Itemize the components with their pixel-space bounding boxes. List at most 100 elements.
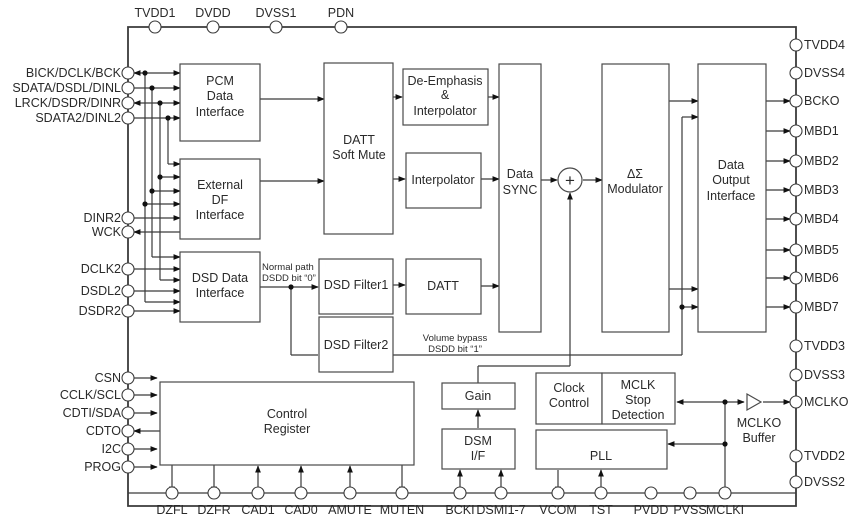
pin-label-dsdl2: DSDL2	[81, 284, 121, 298]
pin-label-pvdd: PVDD	[634, 503, 669, 517]
data-sync-label-1: Data	[507, 167, 533, 181]
extdf-label-1: External	[197, 178, 243, 192]
delta-sigma-modulator-block	[601, 63, 670, 333]
block-diagram: PCM Data Interface External DF Interface…	[12, 6, 848, 517]
pin-cdti-sda-icon	[121, 406, 135, 420]
pin-mbd4-icon	[789, 212, 803, 226]
mclko-buffer-label-2: Buffer	[742, 431, 775, 445]
mclk-stop-label-1: MCLK	[621, 378, 656, 392]
control-reg-label-2: Register	[264, 422, 311, 436]
pin-dvdd-icon	[206, 20, 220, 34]
pin-pvss-icon	[683, 486, 697, 500]
pin-label-sdata-dsdl-dinl: SDATA/DSDL/DINL	[12, 81, 121, 95]
pin-label-tvdd1: TVDD1	[135, 6, 176, 20]
pin-label-lrck-dsdr-dinr: LRCK/DSDR/DINR	[15, 96, 121, 110]
pin-cdto-icon	[121, 424, 135, 438]
pin-dzfl-icon	[165, 486, 179, 500]
pin-mclko-icon	[789, 395, 803, 409]
pin-prog-icon	[121, 460, 135, 474]
mclk-stop-label-3: Detection	[612, 408, 665, 422]
pin-sdata2-dinl2-icon	[121, 111, 135, 125]
pin-label-mbd4: MBD4	[804, 212, 839, 226]
pin-cclk-scl-icon	[121, 388, 135, 402]
pin-bick-dclk-bck-icon	[121, 66, 135, 80]
pin-dsmi1-7-icon	[494, 486, 508, 500]
pin-mbd7-icon	[789, 300, 803, 314]
datt-softmute-label-1: DATT	[343, 133, 375, 147]
pin-label-dvdd: DVDD	[195, 6, 230, 20]
pin-label-i2c: I2C	[102, 442, 121, 456]
pin-label-dclk2: DCLK2	[81, 262, 121, 276]
pin-wck-icon	[121, 225, 135, 239]
extdf-label-3: Interface	[196, 208, 245, 222]
clock-control-label-2: Control	[549, 396, 589, 410]
gain-label: Gain	[465, 389, 491, 403]
deemph-label-1: De-Emphasis	[407, 74, 482, 88]
deemph-label-3: Interpolator	[413, 104, 476, 118]
pin-label-dvss3: DVSS3	[804, 368, 845, 382]
pin-cad0-icon	[294, 486, 308, 500]
interp-label: Interpolator	[411, 173, 474, 187]
pin-tvdd2-icon	[789, 449, 803, 463]
pin-csn-icon	[121, 371, 135, 385]
pin-dvss2-icon	[789, 475, 803, 489]
pin-sdata-dsdl-dinl-icon	[121, 81, 135, 95]
pin-label-mbd6: MBD6	[804, 271, 839, 285]
pin-label-cad1: CAD1	[241, 503, 274, 517]
pin-label-mbd7: MBD7	[804, 300, 839, 314]
pin-label-dvss4: DVSS4	[804, 66, 845, 80]
pin-dzfr-icon	[207, 486, 221, 500]
pin-label-wck: WCK	[92, 225, 122, 239]
pin-muten-icon	[395, 486, 409, 500]
pin-lrck-dsdr-dinr-icon	[121, 96, 135, 110]
pin-label-amute: AMUTE	[328, 503, 372, 517]
pin-mbd5-icon	[789, 243, 803, 257]
pin-tvdd1-icon	[148, 20, 162, 34]
datt-softmute-label-2: Soft Mute	[332, 148, 386, 162]
pin-label-tvdd4: TVDD4	[804, 38, 845, 52]
pin-dvss3-icon	[789, 368, 803, 382]
pin-label-pvss: PVSS	[673, 503, 706, 517]
pin-i2c-icon	[121, 442, 135, 456]
pcm-label-1: PCM	[206, 74, 234, 88]
pin-label-bcko: BCKO	[804, 94, 840, 108]
pin-label-bcki: BCKI	[445, 503, 474, 517]
pin-dsdr2-icon	[121, 304, 135, 318]
pin-label-bick-dclk-bck: BICK/DCLK/BCK	[26, 66, 122, 80]
summer-label: +	[565, 171, 575, 190]
data-out-label-2: Output	[712, 173, 750, 187]
deemph-label-2: &	[441, 88, 450, 102]
pin-mbd3-icon	[789, 183, 803, 197]
pin-dinr2-icon	[121, 211, 135, 225]
data-sync-block	[498, 63, 542, 333]
mclko-buffer-icon	[746, 392, 763, 412]
pin-label-tst: TST	[589, 503, 613, 517]
pin-label-cdto: CDTO	[86, 424, 121, 438]
pin-tst-icon	[594, 486, 608, 500]
pin-dsdl2-icon	[121, 284, 135, 298]
pin-label-sdata2-dinl2: SDATA2/DINL2	[35, 111, 121, 125]
mclko-buffer-label-1: MCLKO	[737, 416, 782, 430]
normal-path-label-1: Normal path	[262, 262, 314, 273]
dsm-if-label-1: DSM	[464, 434, 492, 448]
pll-label: PLL	[590, 449, 612, 463]
dsm-if-label-2: I/F	[471, 449, 486, 463]
control-reg-label-1: Control	[267, 407, 307, 421]
pin-label-dvss1: DVSS1	[256, 6, 297, 20]
dsd-filter2-label: DSD Filter2	[324, 338, 389, 352]
dsd-filter1-label: DSD Filter1	[324, 278, 389, 292]
pin-vcom-icon	[551, 486, 565, 500]
pin-mbd6-icon	[789, 271, 803, 285]
datt-label: DATT	[427, 279, 459, 293]
pcm-label-3: Interface	[196, 105, 245, 119]
pin-label-cad0: CAD0	[284, 503, 317, 517]
pin-label-dzfr: DZFR	[197, 503, 230, 517]
pin-label-vcom: VCOM	[539, 503, 577, 517]
pin-tvdd3-icon	[789, 339, 803, 353]
data-out-label-3: Interface	[707, 189, 756, 203]
pin-label-mbd2: MBD2	[804, 154, 839, 168]
pin-label-pdn: PDN	[328, 6, 354, 20]
mclk-stop-label-2: Stop	[625, 393, 651, 407]
modulator-label-1: ΔΣ	[627, 167, 643, 181]
data-out-label-1: Data	[718, 158, 744, 172]
